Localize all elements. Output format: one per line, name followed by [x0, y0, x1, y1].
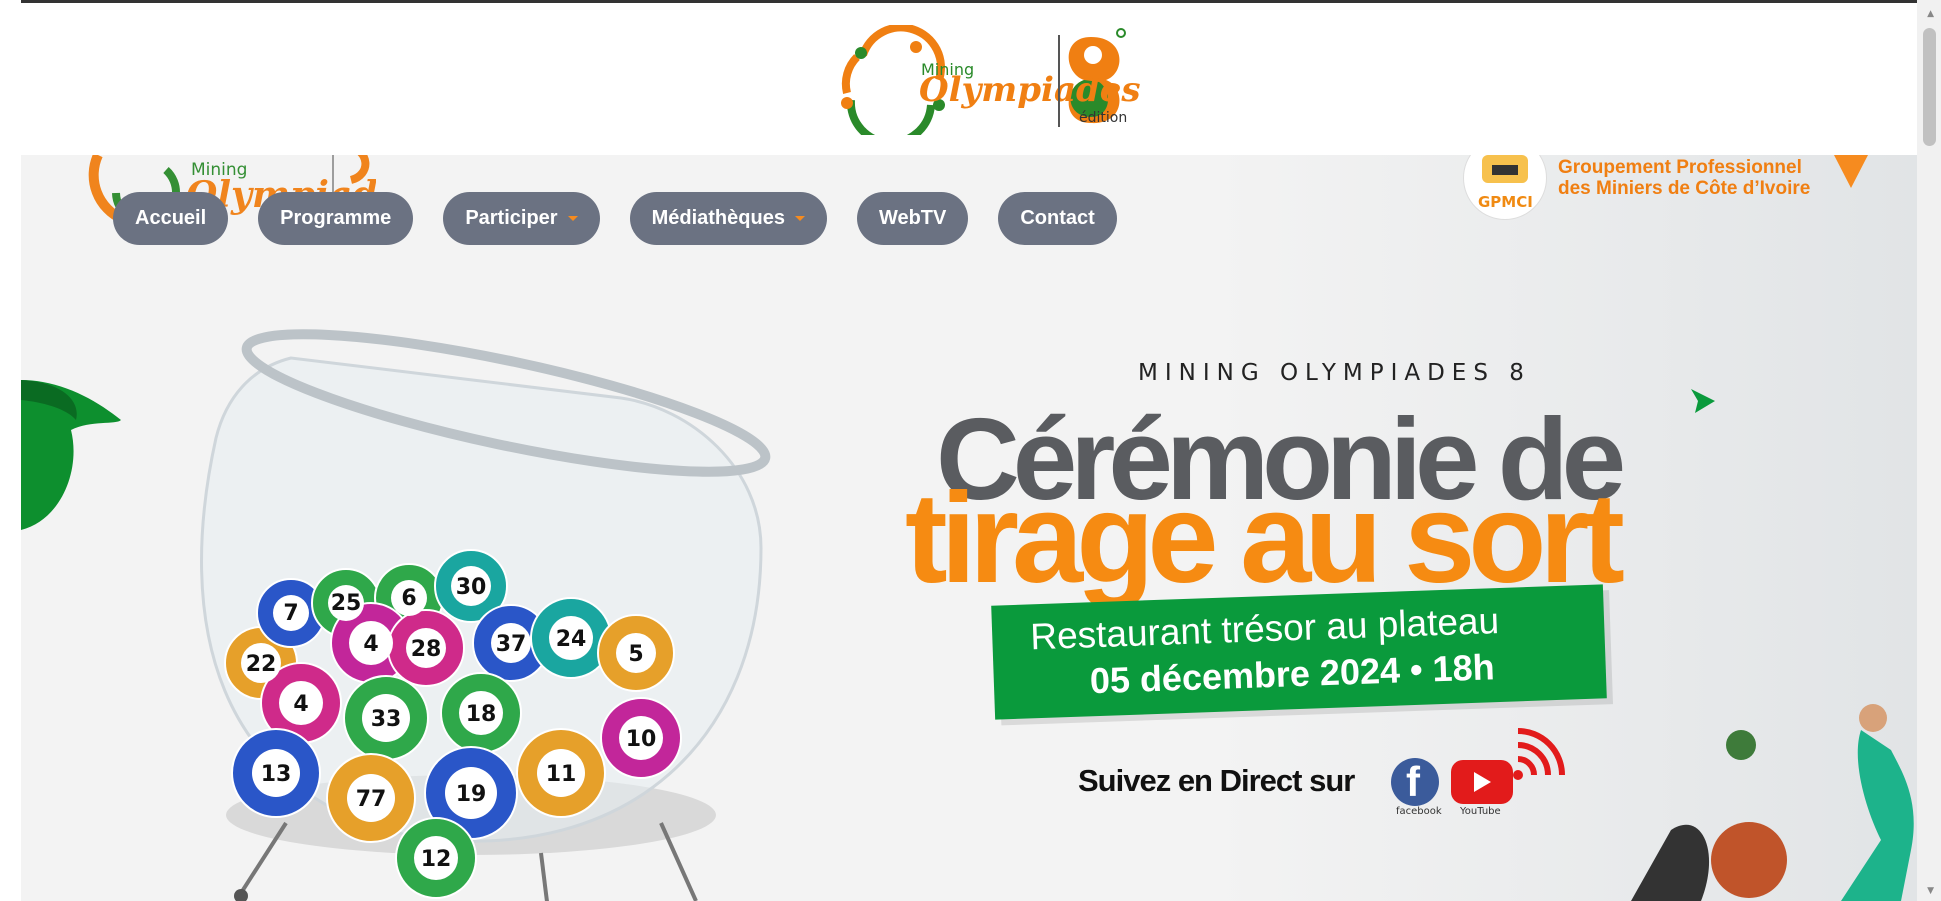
gpmci-abbr: GPMCI [1478, 193, 1533, 211]
ball-number: 77 [356, 787, 387, 812]
site-logo[interactable]: Mining Olympiades édition [821, 23, 1141, 147]
ball-number: 24 [556, 627, 587, 652]
logo-olympiades-text: Olympiades [919, 70, 1141, 110]
scrollbar-thumb[interactable] [1923, 28, 1936, 146]
ball-number: 12 [421, 847, 452, 872]
facebook-label: facebook [1396, 806, 1442, 817]
ball-number: 10 [626, 727, 657, 752]
nav-label: WebTV [878, 207, 947, 229]
nav-mediatheques[interactable]: Médiathèques [629, 192, 827, 245]
orange-triangle-icon [1834, 155, 1868, 188]
nav-label: Accueil [135, 207, 207, 229]
event-date-time: 05 décembre 2024 • 18h [1089, 646, 1496, 702]
scrollbar[interactable]: ▲ ▼ [1917, 0, 1941, 901]
athletes-illustration [1631, 704, 1914, 901]
follow-live-text: Suivez en Direct sur [1078, 763, 1355, 798]
lottery-bowl-image: 22 7 25 6 30 4 28 37 24 5 4 33 18 13 77 … [200, 329, 771, 901]
event-kicker: MINING OLYMPIADES 8 [1138, 360, 1531, 386]
facebook-icon[interactable]: f [1391, 758, 1439, 806]
ball-number: 30 [456, 575, 487, 600]
ball-number: 7 [283, 601, 298, 626]
logo-edition-text: édition [1079, 110, 1128, 126]
scroll-up-arrow-icon[interactable]: ▲ [1927, 9, 1934, 19]
nav-programme[interactable]: Programme [258, 192, 414, 245]
ball-number: 6 [401, 586, 416, 611]
live-signal-icon [1513, 728, 1565, 780]
nav-accueil[interactable]: Accueil [113, 192, 229, 245]
ball-number: 25 [331, 591, 362, 616]
ball-number: 18 [466, 702, 497, 727]
green-leaf-icon [21, 380, 121, 530]
ball-number: 4 [293, 692, 308, 717]
scroll-down-arrow-icon[interactable]: ▼ [1927, 886, 1934, 896]
ball-number: 28 [411, 637, 442, 662]
ball-number: 19 [456, 782, 487, 807]
youtube-icon[interactable] [1451, 760, 1513, 804]
hero-banner: Mining Olympiades GPMCI Groupement Profe… [21, 155, 1917, 901]
ball-number: 4 [363, 632, 378, 657]
logo-divider [1058, 35, 1060, 127]
ball-number: 37 [496, 632, 527, 657]
event-info-banner: Restaurant trésor au plateau 05 décembre… [991, 584, 1607, 720]
page-gutter [0, 0, 21, 901]
nav-webtv[interactable]: WebTV [856, 192, 969, 245]
youtube-label: YouTube [1460, 806, 1501, 817]
gpmci-name-line1: Groupement Professionnel [1558, 157, 1802, 178]
ball-number: 33 [371, 707, 402, 732]
nav-label: Participer [465, 207, 558, 229]
sticky-header: Mining Olympiades édition [21, 3, 1917, 155]
ball-number: 11 [546, 762, 577, 787]
main-navigation: Accueil Programme Participer Médiathèque… [113, 192, 1117, 245]
nav-participer[interactable]: Participer [443, 192, 600, 245]
nav-contact[interactable]: Contact [998, 192, 1117, 245]
ball-number: 13 [261, 762, 292, 787]
nav-label: Médiathèques [651, 207, 785, 229]
hero-title-line2: tirage au sort [905, 467, 1625, 610]
ball-number: 22 [246, 652, 277, 677]
gpmci-name-line2: des Miniers de Côte d’Ivoire [1558, 178, 1811, 199]
caret-down-icon [794, 216, 805, 221]
gpmci-emblem-icon: GPMCI [1463, 155, 1547, 220]
green-pennant-icon [1691, 389, 1715, 413]
nav-label: Contact [1020, 207, 1095, 229]
nav-label: Programme [280, 207, 392, 229]
ball-number: 5 [628, 642, 643, 667]
caret-down-icon [567, 216, 578, 221]
